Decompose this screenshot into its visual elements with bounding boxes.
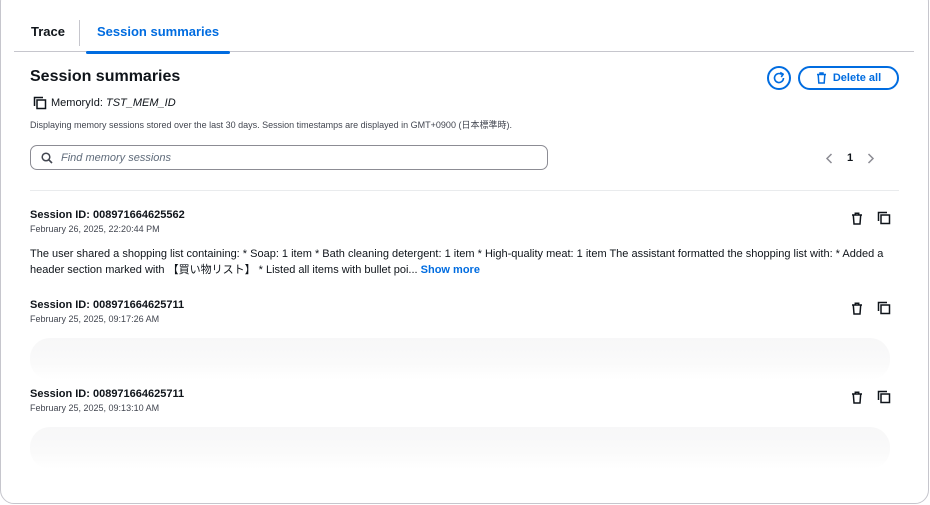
active-tab-indicator (86, 51, 231, 54)
show-more-link[interactable]: Show more (421, 264, 480, 276)
search-icon (41, 151, 53, 164)
session-item: Session ID: 008971664625711 February 25,… (30, 388, 899, 469)
page-description: Displaying memory sessions stored over t… (30, 120, 512, 130)
memory-id-value: TST_MEM_ID (105, 97, 176, 109)
page-title: Session summaries (30, 68, 181, 85)
session-item: Session ID: 008971664625711 February 25,… (30, 299, 899, 380)
copy-session-button[interactable] (875, 299, 893, 317)
copy-icon (877, 301, 891, 315)
chevron-right-icon (867, 152, 875, 164)
copy-icon (877, 211, 891, 225)
trash-icon (852, 211, 862, 225)
search-input[interactable] (61, 151, 521, 164)
tab-bar: Trace Session summaries (14, 12, 914, 54)
page-number[interactable]: 1 (842, 152, 858, 164)
copy-icon (877, 390, 891, 404)
refresh-button[interactable] (767, 66, 791, 90)
divider (30, 190, 899, 191)
refresh-icon (773, 71, 785, 84)
session-actions (839, 299, 893, 317)
memory-id-label: MemoryId: (51, 97, 103, 109)
tab-session-summaries[interactable]: Session summaries (86, 12, 231, 54)
copy-icon[interactable] (33, 96, 47, 110)
session-id: Session ID: 008971664625711 (30, 388, 185, 400)
tab-trace[interactable]: Trace (31, 12, 65, 52)
session-id: Session ID: 008971664625562 (30, 209, 185, 221)
session-date: February 25, 2025, 09:13:10 AM (30, 403, 160, 413)
next-page-button[interactable] (864, 150, 878, 166)
session-item: Session ID: 008971664625562 February 26,… (30, 209, 899, 278)
trash-icon (852, 301, 862, 315)
copy-session-button[interactable] (875, 209, 893, 227)
session-summary-loading (30, 338, 890, 380)
session-id: Session ID: 008971664625711 (30, 299, 185, 311)
session-actions (839, 209, 893, 227)
trash-icon (816, 72, 826, 84)
trash-icon (852, 390, 862, 404)
previous-page-button[interactable] (822, 150, 836, 166)
session-summary: The user shared a shopping list containi… (30, 246, 890, 278)
memory-id-row: MemoryId: TST_MEM_ID (33, 96, 176, 110)
pagination: 1 (822, 150, 878, 166)
delete-session-button[interactable] (848, 299, 866, 317)
session-actions (839, 388, 893, 406)
chevron-left-icon (825, 152, 833, 164)
delete-session-button[interactable] (848, 209, 866, 227)
session-date: February 26, 2025, 22:20:44 PM (30, 224, 160, 234)
delete-all-button[interactable]: Delete all (798, 66, 899, 90)
session-summary-loading (30, 427, 890, 469)
delete-session-button[interactable] (848, 388, 866, 406)
search-box (30, 145, 548, 170)
session-date: February 25, 2025, 09:17:26 AM (30, 314, 160, 324)
tab-session-summaries-label: Session summaries (97, 24, 220, 39)
tab-divider (79, 20, 80, 46)
copy-session-button[interactable] (875, 388, 893, 406)
delete-all-label: Delete all (832, 72, 882, 84)
